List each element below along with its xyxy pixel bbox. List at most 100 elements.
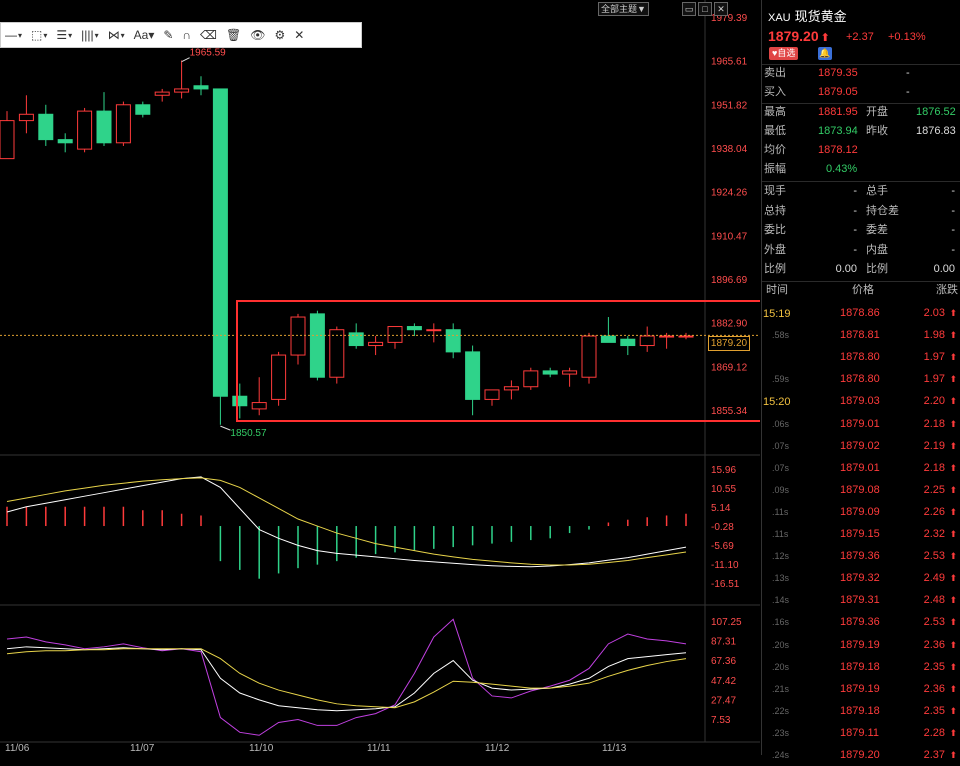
tick-row: .58s 1878.81 1.98 ⬆	[762, 324, 960, 346]
minimize-button[interactable]: ▭	[682, 2, 696, 16]
high-open-row: 最高 1881.95 开盘 1876.52	[764, 106, 956, 118]
high-pointer	[181, 57, 190, 63]
channel-tool-menu[interactable]: ☰ ▾	[56, 28, 72, 42]
candle-body	[620, 338, 636, 347]
bell-icon: 🔔	[819, 48, 831, 58]
shape-tool-menu[interactable]: ⬚ ▾	[31, 28, 47, 42]
up-arrow-icon: ⬆	[949, 352, 957, 363]
tick-time: .11s	[772, 506, 789, 517]
date-label: 11/10	[249, 743, 274, 754]
macd-tick-label: -16.51	[711, 579, 740, 590]
up-arrow-icon: ⬆	[820, 32, 830, 44]
candle-body	[542, 370, 558, 375]
stats-label: 现手	[764, 185, 786, 197]
stats-value: -	[951, 243, 955, 256]
candle-body	[0, 120, 15, 160]
close-toolbar[interactable]: ✕	[294, 28, 304, 42]
date-label: 11/11	[367, 743, 391, 754]
candle-body	[135, 104, 151, 115]
close-window-button[interactable]: ✕	[714, 2, 728, 16]
trash-icon: 🗑	[226, 28, 242, 42]
tick-time: .16s	[772, 617, 790, 628]
tick-row: .22s 1879.18 2.35 ⬆	[762, 700, 960, 722]
candle-body	[368, 341, 384, 347]
tick-change: 2.19	[923, 439, 945, 452]
grid	[0, 0, 760, 743]
tick-time: .24s	[772, 750, 790, 760]
tick-header: 时间 价格 涨跌	[766, 284, 958, 296]
delete-tool[interactable]: 🗑	[226, 28, 241, 42]
price-change-pct: +0.13%	[888, 31, 926, 43]
visibility-tool[interactable]: 👁	[250, 28, 265, 42]
buy-row: 买入 1879.05 -	[764, 86, 910, 98]
fib-tool-menu[interactable]: |||| ▾	[81, 28, 98, 42]
stats-row: 比例 0.00 比例 0.00	[762, 260, 960, 279]
up-arrow-icon: ⬆	[949, 639, 957, 650]
magnet-tool[interactable]: ∩	[182, 28, 191, 42]
time-mark-1519: 15:19	[763, 308, 791, 320]
candle-body	[309, 313, 325, 378]
up-arrow-icon: ⬆	[949, 750, 957, 760]
up-arrow-icon: ⬆	[949, 683, 957, 694]
pen-tool[interactable]: ✎	[163, 28, 173, 42]
tick-row: .20s 1879.18 2.35 ⬆	[762, 656, 960, 678]
tick-price: 1879.08	[840, 483, 880, 496]
tick-row: .07s 1879.01 2.18 ⬆	[762, 457, 960, 479]
tick-price: 1879.11	[840, 726, 879, 739]
candle-body	[484, 389, 500, 400]
stats-row: 外盘 - 内盘 -	[762, 241, 960, 260]
window-icon: □	[702, 4, 708, 14]
drawing-toolbar: — ▾ ⬚ ▾ ☰ ▾ |||| ▾ ⋈ ▾ Aa▾ ✎ ∩ ⌫ 🗑 👁 ⚙ ✕	[0, 22, 362, 48]
candle-body	[465, 351, 481, 400]
tick-change: 2.28	[923, 726, 945, 739]
j-line	[6, 618, 687, 736]
alert-button[interactable]: 🔔	[818, 47, 832, 60]
maximize-button[interactable]: □	[698, 2, 712, 16]
tick-price: 1879.18	[840, 660, 880, 673]
tick-price: 1878.80	[840, 373, 880, 386]
kdj-chart	[6, 618, 687, 736]
stats-value: -	[853, 243, 857, 256]
tick-change: 2.37	[923, 749, 945, 761]
tick-change: 2.53	[923, 616, 945, 629]
candle-body	[426, 329, 442, 332]
kdj-tick-label: 47.42	[711, 676, 736, 687]
candle-body	[77, 110, 93, 150]
kdj-tick-label: 27.47	[711, 695, 736, 706]
tick-change: 2.26	[923, 505, 945, 518]
macd-tick-label: -0.28	[711, 522, 734, 533]
tick-time: .22s	[772, 705, 790, 716]
settings-tool[interactable]: ⚙	[274, 28, 285, 42]
pattern-tool-menu[interactable]: ⋈ ▾	[108, 28, 125, 42]
price-tick-label: 1965.61	[711, 57, 748, 68]
stats-label: 内盘	[866, 243, 888, 256]
candle-body	[18, 113, 34, 122]
candle-body	[57, 139, 73, 144]
up-arrow-icon: ⬆	[949, 529, 957, 539]
date-label: 11/13	[602, 743, 627, 754]
macd-chart	[6, 476, 687, 579]
tick-time: .07s	[772, 440, 790, 451]
candle-body	[639, 335, 655, 347]
up-arrow-icon: ⬆	[949, 551, 957, 562]
pattern-icon: ⋈	[107, 28, 120, 42]
line-tool-menu[interactable]: — ▾	[5, 28, 22, 42]
tick-price: 1879.01	[840, 417, 880, 430]
eraser-icon: ⌫	[200, 28, 218, 42]
tick-price: 1879.19	[840, 638, 880, 651]
tick-row: .11s 1879.09 2.26 ⬆	[762, 501, 960, 523]
tick-change: 2.18	[923, 417, 945, 430]
main-theme-selector[interactable]: 全部主题▼	[598, 2, 649, 16]
eraser-tool[interactable]: ⌫	[200, 28, 217, 42]
tick-row: .20s 1879.19 2.36 ⬆	[762, 634, 960, 656]
up-arrow-icon: ⬆	[949, 440, 957, 451]
tick-change: 2.49	[923, 572, 945, 585]
chart-area[interactable]: 1965.591850.57 1979.391965.611951.821938…	[0, 0, 760, 755]
stats-label: 比例	[866, 263, 888, 275]
text-tool-menu[interactable]: Aa▾	[134, 28, 155, 42]
stats-label: 委比	[764, 224, 786, 236]
candle-body	[96, 110, 112, 144]
tick-row: .24s 1879.20 2.37 ⬆	[762, 744, 960, 766]
watchlist-button[interactable]: ♥自选	[769, 47, 799, 60]
macd-tick-label: -5.69	[711, 541, 734, 552]
